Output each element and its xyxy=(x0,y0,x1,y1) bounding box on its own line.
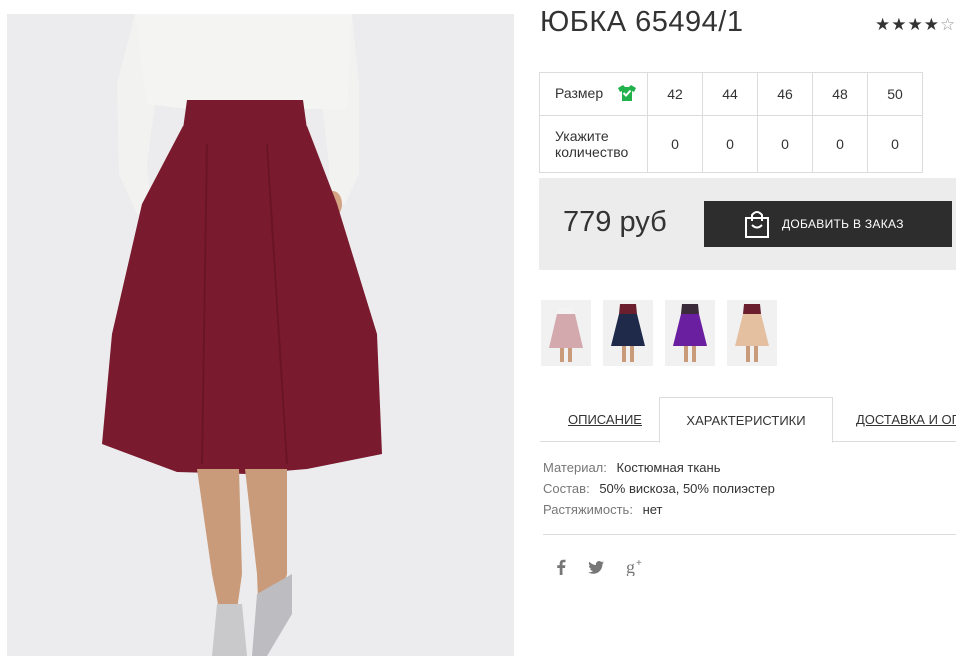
shopping-bag-icon xyxy=(744,209,770,239)
tab-description[interactable]: ОПИСАНИЕ xyxy=(568,397,642,441)
quantity-label-line2: количество xyxy=(555,144,629,160)
size-44: 44 xyxy=(702,72,758,116)
empty-star-icon: ☆ xyxy=(939,15,956,34)
spec-row-material: Материал: Костюмная ткань xyxy=(543,459,775,480)
add-to-order-button[interactable]: ДОБАВИТЬ В ЗАКАЗ xyxy=(704,201,952,247)
spec-value: Костюмная ткань xyxy=(616,460,721,475)
product-price: 779 руб xyxy=(563,206,667,238)
social-share: g + xyxy=(556,557,668,580)
divider xyxy=(543,534,956,535)
rating-stars[interactable]: ★★★★☆ xyxy=(875,15,956,35)
quantity-label-cell: Укажите количество xyxy=(539,115,648,173)
product-title: ЮБКА 65494/1 xyxy=(540,6,744,38)
spec-row-stretch: Растяжимость: нет xyxy=(543,501,775,522)
quantity-input-42[interactable]: 0 xyxy=(647,115,703,173)
characteristics-list: Материал: Костюмная ткань Состав: 50% ви… xyxy=(543,459,775,522)
size-label-cell: Размер xyxy=(539,72,648,116)
size-48: 48 xyxy=(812,72,868,116)
googleplus-icon[interactable]: g + xyxy=(626,557,646,580)
thumbnail-beige[interactable] xyxy=(727,300,777,366)
spec-value: нет xyxy=(642,502,663,517)
quantity-input-48[interactable]: 0 xyxy=(812,115,868,173)
twitter-icon[interactable] xyxy=(588,560,604,578)
filled-star-icon: ★★★★ xyxy=(875,15,940,34)
quantity-label-line1: Укажите xyxy=(555,128,609,144)
size-quantity-table: Размер 42 44 46 48 50 Укажите количество… xyxy=(539,72,923,173)
spec-key: Растяжимость: xyxy=(543,502,633,517)
product-main-image[interactable] xyxy=(7,14,514,656)
svg-text:g: g xyxy=(626,558,635,576)
quantity-input-46[interactable]: 0 xyxy=(757,115,813,173)
spec-row-composition: Состав: 50% вискоза, 50% полиэстер xyxy=(543,480,775,501)
thumbnail-navy[interactable] xyxy=(603,300,653,366)
quantity-input-50[interactable]: 0 xyxy=(867,115,923,173)
price-panel: 779 руб ДОБАВИТЬ В ЗАКАЗ xyxy=(539,178,956,270)
product-info-tabs: ОПИСАНИЕ ХАРАКТЕРИСТИКИ ДОСТАВКА И ОПЛ xyxy=(540,397,956,443)
color-variants xyxy=(541,300,789,366)
size-46: 46 xyxy=(757,72,813,116)
size-label: Размер xyxy=(555,84,604,101)
thumbnail-pink[interactable] xyxy=(541,300,591,366)
thumbnail-purple[interactable] xyxy=(665,300,715,366)
add-to-order-label: ДОБАВИТЬ В ЗАКАЗ xyxy=(782,217,904,231)
tab-delivery[interactable]: ДОСТАВКА И ОПЛ xyxy=(856,397,956,441)
tab-characteristics[interactable]: ХАРАКТЕРИСТИКИ xyxy=(659,397,833,443)
size-42: 42 xyxy=(647,72,703,116)
tshirt-check-icon[interactable] xyxy=(617,84,637,105)
size-50: 50 xyxy=(867,72,923,116)
spec-value: 50% вискоза, 50% полиэстер xyxy=(599,481,775,496)
svg-text:+: + xyxy=(636,558,642,569)
spec-key: Материал: xyxy=(543,460,607,475)
quantity-input-44[interactable]: 0 xyxy=(702,115,758,173)
spec-key: Состав: xyxy=(543,481,590,496)
facebook-icon[interactable] xyxy=(556,559,566,579)
